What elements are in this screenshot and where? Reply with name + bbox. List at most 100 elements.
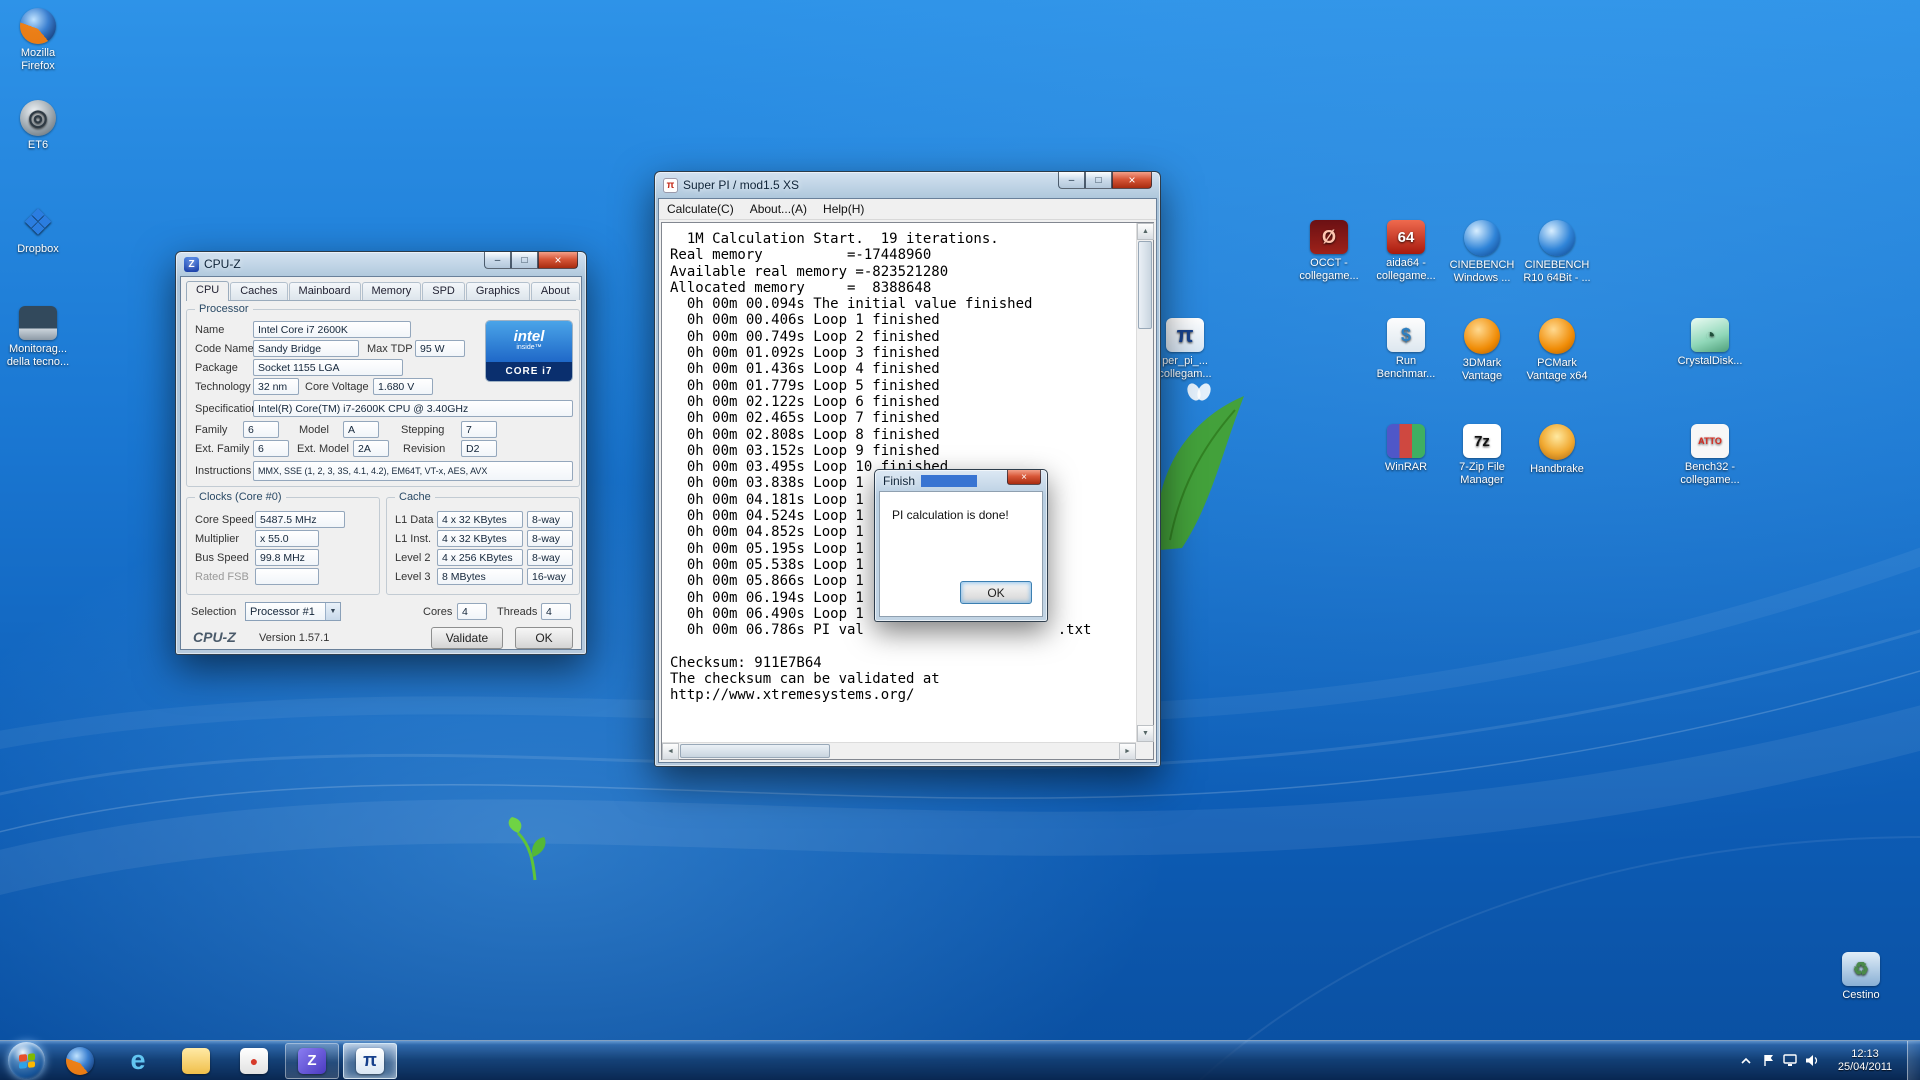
desktop-icon-dropbox[interactable]: ❖ Dropbox: [0, 206, 76, 256]
desktop-icon-run-benchmark[interactable]: $ Run Benchmar...: [1368, 318, 1444, 381]
desktop-icon-crystaldiskmark[interactable]: ◔ CrystalDisk...: [1672, 318, 1748, 368]
horizontal-scrollbar[interactable]: ◄ ►: [662, 742, 1136, 759]
log-line: 0h 00m 02.808s Loop 8 finished: [670, 427, 1133, 443]
clocks-group-title: Clocks (Core #0): [195, 491, 286, 503]
desktop-icon-occt[interactable]: Ø OCCT - collegame...: [1291, 220, 1367, 283]
log-line: 0h 00m 02.465s Loop 7 finished: [670, 410, 1133, 426]
log-line: 0h 00m 00.406s Loop 1 finished: [670, 312, 1133, 328]
clock[interactable]: 12:13 25/04/2011: [1827, 1048, 1903, 1074]
cpuz-tab[interactable]: About: [531, 282, 580, 300]
revision-label: Revision: [403, 443, 445, 455]
cpuz-tab[interactable]: Mainboard: [289, 282, 361, 300]
scroll-up-icon[interactable]: ▲: [1137, 223, 1154, 240]
model-value: A: [343, 421, 379, 438]
scroll-right-icon[interactable]: ►: [1119, 743, 1136, 760]
cpuz-client-area: CPU Caches Mainboard Memory SPD Graphics…: [180, 276, 582, 650]
finish-dialog: Finish × PI calculation is done! OK: [874, 469, 1048, 622]
cpuz-tab[interactable]: Memory: [362, 282, 422, 300]
desktop-icon-aida64[interactable]: 64 aida64 - collegame...: [1368, 220, 1444, 283]
scroll-left-icon[interactable]: ◄: [662, 743, 679, 760]
close-icon[interactable]: ×: [1112, 172, 1152, 189]
desktop-icon-bench32-atto[interactable]: ATTO Bench32 - collegame...: [1672, 424, 1748, 487]
icon-glyph: Ø: [1310, 220, 1348, 254]
start-button[interactable]: [8, 1042, 45, 1079]
close-icon[interactable]: ×: [1007, 470, 1041, 485]
cpuz-tab[interactable]: CPU: [186, 281, 229, 301]
desktop-icon-7zip[interactable]: 7z 7-Zip File Manager: [1444, 424, 1520, 487]
desktop-icon-3dmark-vantage[interactable]: 3DMark Vantage: [1444, 318, 1520, 383]
taskbar-button-icon: ●: [240, 1048, 268, 1074]
desktop-icon-label: Dropbox: [0, 243, 76, 256]
cpuz-body: Processor intel inside™ CORE i7 Name Int…: [181, 303, 581, 649]
scroll-down-icon[interactable]: ▼: [1137, 725, 1154, 742]
title-highlight: [921, 475, 977, 487]
desktop-icon-label: 3DMark Vantage: [1444, 357, 1520, 383]
desktop-icon-winrar[interactable]: WinRAR: [1368, 424, 1444, 474]
taskbar-button-internet-explorer[interactable]: e: [111, 1043, 165, 1079]
scrollbar-corner: [1136, 742, 1153, 759]
menu-item[interactable]: About...(A): [742, 202, 815, 216]
minimize-icon[interactable]: –: [1058, 172, 1085, 189]
minimize-icon[interactable]: –: [484, 252, 511, 269]
desktop-icon-cinebench-windows[interactable]: CINEBENCH Windows ...: [1444, 220, 1520, 285]
windows-logo-icon: [19, 1053, 35, 1069]
show-desktop-button[interactable]: [1907, 1041, 1920, 1080]
cpuz-brand: CPU-Z: [193, 629, 236, 645]
desktop-icon-label: PCMark Vantage x64: [1519, 357, 1595, 383]
code-name-label: Code Name: [195, 343, 254, 355]
desktop-icon-label: Cestino: [1823, 989, 1899, 1002]
core-voltage-value: 1.680 V: [373, 378, 433, 395]
desktop-icon-label: CINEBENCH R10 64Bit - ...: [1519, 259, 1595, 285]
horizontal-scrollbar-thumb[interactable]: [680, 744, 830, 758]
stepping-value: 7: [461, 421, 497, 438]
name-label: Name: [195, 324, 224, 336]
cpuz-tab[interactable]: Caches: [230, 282, 287, 300]
cpuz-ok-button[interactable]: OK: [515, 627, 573, 649]
vertical-scrollbar-thumb[interactable]: [1138, 241, 1152, 329]
menu-item[interactable]: Help(H): [815, 202, 872, 216]
taskbar-button-superpi[interactable]: π: [343, 1043, 397, 1079]
cpuz-title: CPU-Z: [204, 257, 241, 271]
threads-label: Threads: [497, 606, 537, 618]
network-icon[interactable]: [1779, 1049, 1801, 1073]
desktop-icon-firefox[interactable]: Mozilla Firefox: [0, 8, 76, 73]
cpuz-tab[interactable]: Graphics: [466, 282, 530, 300]
ext-family-label: Ext. Family: [195, 443, 249, 455]
log-line: 0h 00m 01.779s Loop 5 finished: [670, 378, 1133, 394]
cpuz-tab[interactable]: SPD: [422, 282, 465, 300]
close-icon[interactable]: ×: [538, 252, 578, 269]
desktop-icon-monitoraggio[interactable]: Monitorag... della tecno...: [0, 306, 76, 369]
icon-glyph: [1464, 318, 1500, 354]
family-value: 6: [243, 421, 279, 438]
vertical-scrollbar[interactable]: ▲ ▼: [1136, 223, 1153, 742]
icon-glyph: [1539, 220, 1575, 256]
desktop-icon-pcmark-vantage[interactable]: PCMark Vantage x64: [1519, 318, 1595, 383]
validate-button[interactable]: Validate: [431, 627, 503, 649]
icon-glyph: ❖: [19, 206, 57, 240]
specification-value: Intel(R) Core(TM) i7-2600K CPU @ 3.40GHz: [253, 400, 573, 417]
taskbar-button-explorer[interactable]: [169, 1043, 223, 1079]
desktop-icon-cestino[interactable]: ♻ Cestino: [1823, 952, 1899, 1002]
taskbar-button-cpuz[interactable]: Z: [285, 1043, 339, 1079]
desktop-icon-handbrake[interactable]: Handbrake: [1519, 424, 1595, 476]
ok-button[interactable]: OK: [960, 581, 1032, 604]
finish-dialog-title: Finish: [883, 474, 915, 488]
desktop-icon-cinebench-r10[interactable]: CINEBENCH R10 64Bit - ...: [1519, 220, 1595, 285]
menu-item[interactable]: Calculate(C): [659, 202, 742, 216]
taskbar-button-firefox[interactable]: [53, 1043, 107, 1079]
icon-glyph: 7z: [1463, 424, 1501, 458]
tray-expand-icon[interactable]: [1735, 1049, 1757, 1073]
level3-way-value: 16-way: [527, 568, 573, 585]
stepping-label: Stepping: [401, 424, 444, 436]
desktop-icon-et6[interactable]: ◎ ET6: [0, 100, 76, 152]
core-speed-value: 5487.5 MHz: [255, 511, 345, 528]
processor-select[interactable]: Processor #1 ▼: [245, 602, 341, 621]
cpuz-window: Z CPU-Z – □ × CPU Caches Mainboard Memor…: [175, 251, 587, 655]
desktop-icon-label: CINEBENCH Windows ...: [1444, 259, 1520, 285]
maximize-icon[interactable]: □: [1085, 172, 1112, 189]
taskbar-button-icon: e: [124, 1048, 152, 1074]
volume-icon[interactable]: [1801, 1049, 1823, 1073]
taskbar-button-pinned-app[interactable]: ●: [227, 1043, 281, 1079]
action-center-icon[interactable]: [1757, 1049, 1779, 1073]
maximize-icon[interactable]: □: [511, 252, 538, 269]
